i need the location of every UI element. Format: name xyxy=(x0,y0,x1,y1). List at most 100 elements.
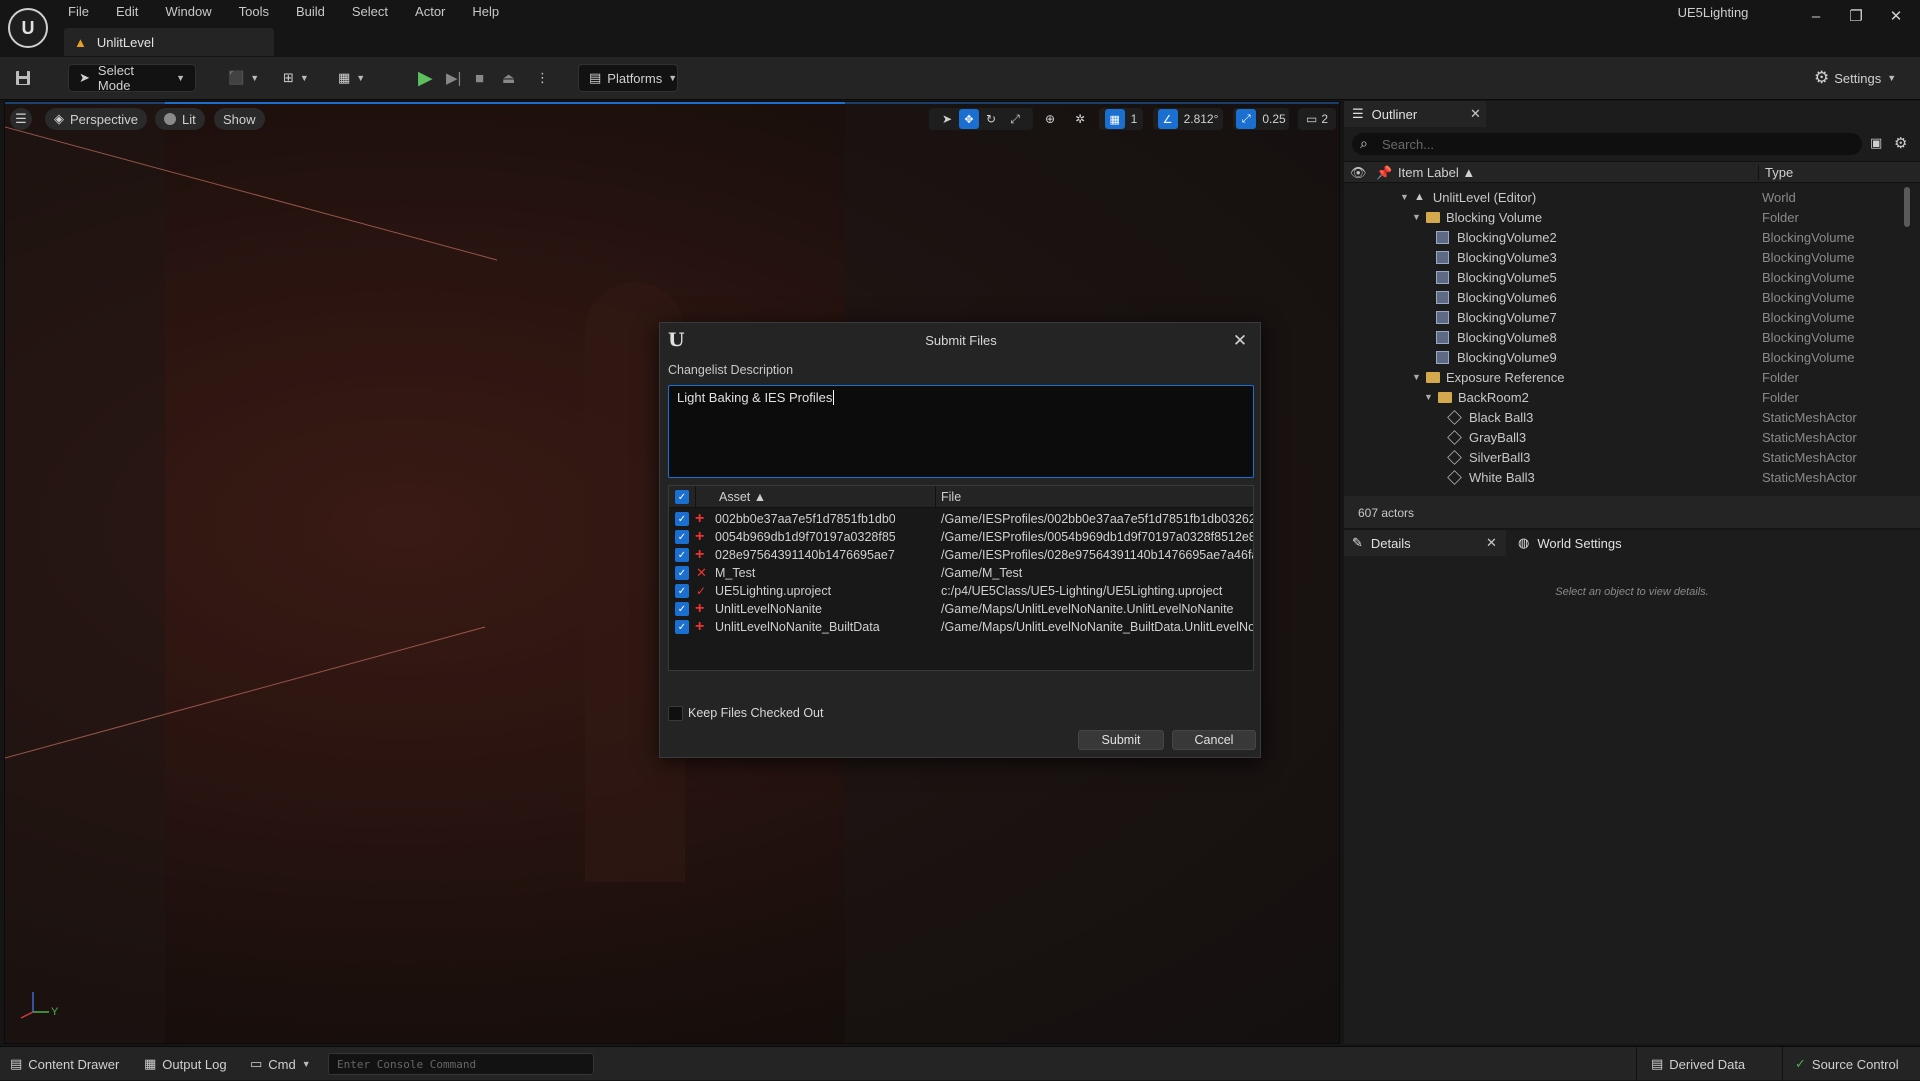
outliner-row[interactable]: BlockingVolume3 BlockingVolume xyxy=(1344,247,1904,267)
close-icon[interactable]: ✕ xyxy=(1230,331,1250,351)
show-button[interactable]: Show xyxy=(214,108,265,130)
outliner-row[interactable]: ▼ ▲ UnlitLevel (Editor) World xyxy=(1344,187,1904,207)
menu-file[interactable]: File xyxy=(62,2,101,24)
outliner-row[interactable]: BlockingVolume8 BlockingVolume xyxy=(1344,327,1904,347)
viewport-menu-button[interactable]: ☰ xyxy=(10,108,32,130)
add-folder-icon[interactable]: ▣ xyxy=(1870,135,1882,151)
file-checkbox[interactable]: ✓ xyxy=(675,620,689,634)
file-row[interactable]: ✓ ✓ UE5Lighting.uproject c:/p4/UE5Class/UE5… xyxy=(669,582,1253,600)
output-log-button[interactable]: ▦ Output Log xyxy=(144,1054,227,1074)
menu-edit[interactable]: Edit xyxy=(110,2,150,24)
cmd-dropdown[interactable]: ▭ Cmd ▼ xyxy=(250,1054,311,1074)
pin-icon[interactable]: 📌 xyxy=(1376,165,1392,181)
file-checkbox[interactable]: ✓ xyxy=(675,602,689,616)
menu-tools[interactable]: Tools xyxy=(233,2,281,24)
outliner-row[interactable]: GrayBall3 StaticMeshActor xyxy=(1344,427,1904,447)
menu-help[interactable]: Help xyxy=(466,2,511,24)
menu-build[interactable]: Build xyxy=(290,2,337,24)
world-settings-tab[interactable]: ◍ World Settings xyxy=(1510,530,1650,556)
col-asset[interactable]: Asset ▲ xyxy=(719,490,766,504)
gear-icon[interactable]: ⚙ xyxy=(1894,134,1907,152)
perspective-button[interactable]: ◈ Perspective xyxy=(45,108,147,130)
scale-snap-toggle[interactable]: ⤢ 0.25 xyxy=(1233,108,1289,130)
outliner-search-input[interactable]: ⌕ Search... xyxy=(1352,133,1862,155)
content-drawer-button[interactable]: ▤ Content Drawer xyxy=(10,1054,119,1074)
outliner-row[interactable]: SilverBall3 StaticMeshActor xyxy=(1344,447,1904,467)
minimize-icon[interactable]: – xyxy=(1796,2,1836,30)
source-control-button[interactable]: ✓ Source Control xyxy=(1782,1047,1899,1081)
file-row[interactable]: ✓ + UnlitLevelNoNanite/Game/Maps/UnlitLeve… xyxy=(669,600,1253,618)
cancel-button[interactable]: Cancel xyxy=(1172,730,1256,750)
file-row[interactable]: ✓ + UnlitLevelNoNanite_BuiltData/Game/Maps… xyxy=(669,618,1253,636)
col-file[interactable]: File xyxy=(941,490,961,504)
view-mode-button[interactable]: Lit xyxy=(155,108,205,130)
console-input[interactable]: Enter Console Command xyxy=(328,1053,594,1075)
cinematics-button[interactable]: ▦ ▼ xyxy=(338,64,365,92)
outliner-row[interactable]: BlockingVolume6 BlockingVolume xyxy=(1344,287,1904,307)
surface-snap-icon[interactable]: ✲ xyxy=(1067,108,1093,130)
platforms-dropdown[interactable]: ▤ Platforms ▼ xyxy=(578,64,678,92)
outliner-row[interactable]: ▼ Blocking Volume Folder xyxy=(1344,207,1904,227)
details-tab[interactable]: ✎ Details ✕ xyxy=(1344,530,1506,556)
outliner-row[interactable]: White Ball3 StaticMeshActor xyxy=(1344,467,1904,487)
col-type[interactable]: Type xyxy=(1758,165,1793,180)
select-all-checkbox[interactable]: ✓ xyxy=(675,490,689,504)
visibility-icon[interactable]: 👁 xyxy=(1350,165,1367,181)
blueprint-button[interactable]: ⊞ ▼ xyxy=(283,64,309,92)
expand-arrow-icon[interactable]: ▼ xyxy=(1400,192,1410,202)
rotation-snap-toggle[interactable]: ∠ 2.812° xyxy=(1153,108,1223,130)
menu-window[interactable]: Window xyxy=(159,2,223,24)
unreal-logo-icon[interactable]: U xyxy=(8,8,48,48)
eject-button[interactable]: ⏏ xyxy=(502,64,515,92)
outliner-row[interactable]: BlockingVolume9 BlockingVolume xyxy=(1344,347,1904,367)
file-asset-name: UnlitLevelNoNanite xyxy=(715,602,823,616)
more-options-button[interactable]: ⋮ xyxy=(536,64,549,92)
keep-checked-out-checkbox[interactable] xyxy=(668,706,683,721)
play-button[interactable]: ▶ xyxy=(418,64,433,92)
file-checkbox[interactable]: ✓ xyxy=(675,584,689,598)
select-mode-dropdown[interactable]: ➤ Select Mode ▼ xyxy=(68,63,196,93)
expand-arrow-icon[interactable]: ▼ xyxy=(1424,392,1434,402)
level-tab[interactable]: ▲ UnlitLevel xyxy=(64,28,274,56)
add-actor-button[interactable]: ⬛ ▼ xyxy=(228,64,259,92)
outliner-tab[interactable]: ☰ Outliner ✕ xyxy=(1344,101,1486,127)
rotate-tool-icon[interactable]: ↻ xyxy=(979,112,1003,126)
settings-button[interactable]: ⚙ Settings ▼ xyxy=(1814,64,1896,92)
grid-snap-toggle[interactable]: ▦ 1 xyxy=(1099,108,1143,130)
file-row[interactable]: ✓ ✕ M_Test/Game/M_Test xyxy=(669,564,1253,582)
changelist-description-input[interactable]: Light Baking & IES Profiles xyxy=(668,385,1254,478)
file-row[interactable]: ✓ +002bb0e37aa7e5f1d7851fb1db032628/Game/… xyxy=(669,510,1253,528)
world-space-icon[interactable]: ⊕ xyxy=(1037,108,1063,130)
stop-button[interactable]: ■ xyxy=(475,64,484,92)
outliner-row[interactable]: BlockingVolume7 BlockingVolume xyxy=(1344,307,1904,327)
close-icon[interactable]: ✕ xyxy=(1486,535,1497,551)
select-tool-icon[interactable]: ➤ xyxy=(935,112,959,126)
advance-frame-button[interactable]: ▶| xyxy=(446,64,461,92)
outliner-row[interactable]: BlockingVolume2 BlockingVolume xyxy=(1344,227,1904,247)
translate-tool-icon[interactable]: ✥ xyxy=(959,109,979,129)
close-window-icon[interactable]: ✕ xyxy=(1876,2,1916,30)
file-checkbox[interactable]: ✓ xyxy=(675,566,689,580)
scale-tool-icon[interactable]: ⤢ xyxy=(1003,112,1027,127)
file-row[interactable]: ✓ +0054b969db1d9f70197a0328f8512e82/Game/… xyxy=(669,528,1253,546)
restore-icon[interactable]: ❐ xyxy=(1836,2,1876,30)
outliner-scrollbar[interactable] xyxy=(1904,187,1910,227)
submit-button[interactable]: Submit xyxy=(1078,730,1164,750)
outliner-row[interactable]: BlockingVolume5 BlockingVolume xyxy=(1344,267,1904,287)
menu-select[interactable]: Select xyxy=(346,2,400,24)
file-row[interactable]: ✓ +028e97564391140b1476695ae7a46fa4/Game/… xyxy=(669,546,1253,564)
menu-actor[interactable]: Actor xyxy=(409,2,457,24)
file-checkbox[interactable]: ✓ xyxy=(675,512,689,526)
col-item-label[interactable]: Item Label ▲ xyxy=(1398,165,1475,180)
save-icon[interactable] xyxy=(14,64,32,92)
derived-data-button[interactable]: ▤ Derived Data xyxy=(1636,1047,1745,1081)
outliner-row[interactable]: ▼ BackRoom2 Folder xyxy=(1344,387,1904,407)
expand-arrow-icon[interactable]: ▼ xyxy=(1412,212,1422,222)
outliner-row[interactable]: Black Ball3 StaticMeshActor xyxy=(1344,407,1904,427)
expand-arrow-icon[interactable]: ▼ xyxy=(1412,372,1422,382)
outliner-row[interactable]: ▼ Exposure Reference Folder xyxy=(1344,367,1904,387)
camera-speed-button[interactable]: ▭ 2 xyxy=(1298,108,1336,130)
file-checkbox[interactable]: ✓ xyxy=(675,530,689,544)
close-icon[interactable]: ✕ xyxy=(1470,106,1481,122)
file-checkbox[interactable]: ✓ xyxy=(675,548,689,562)
